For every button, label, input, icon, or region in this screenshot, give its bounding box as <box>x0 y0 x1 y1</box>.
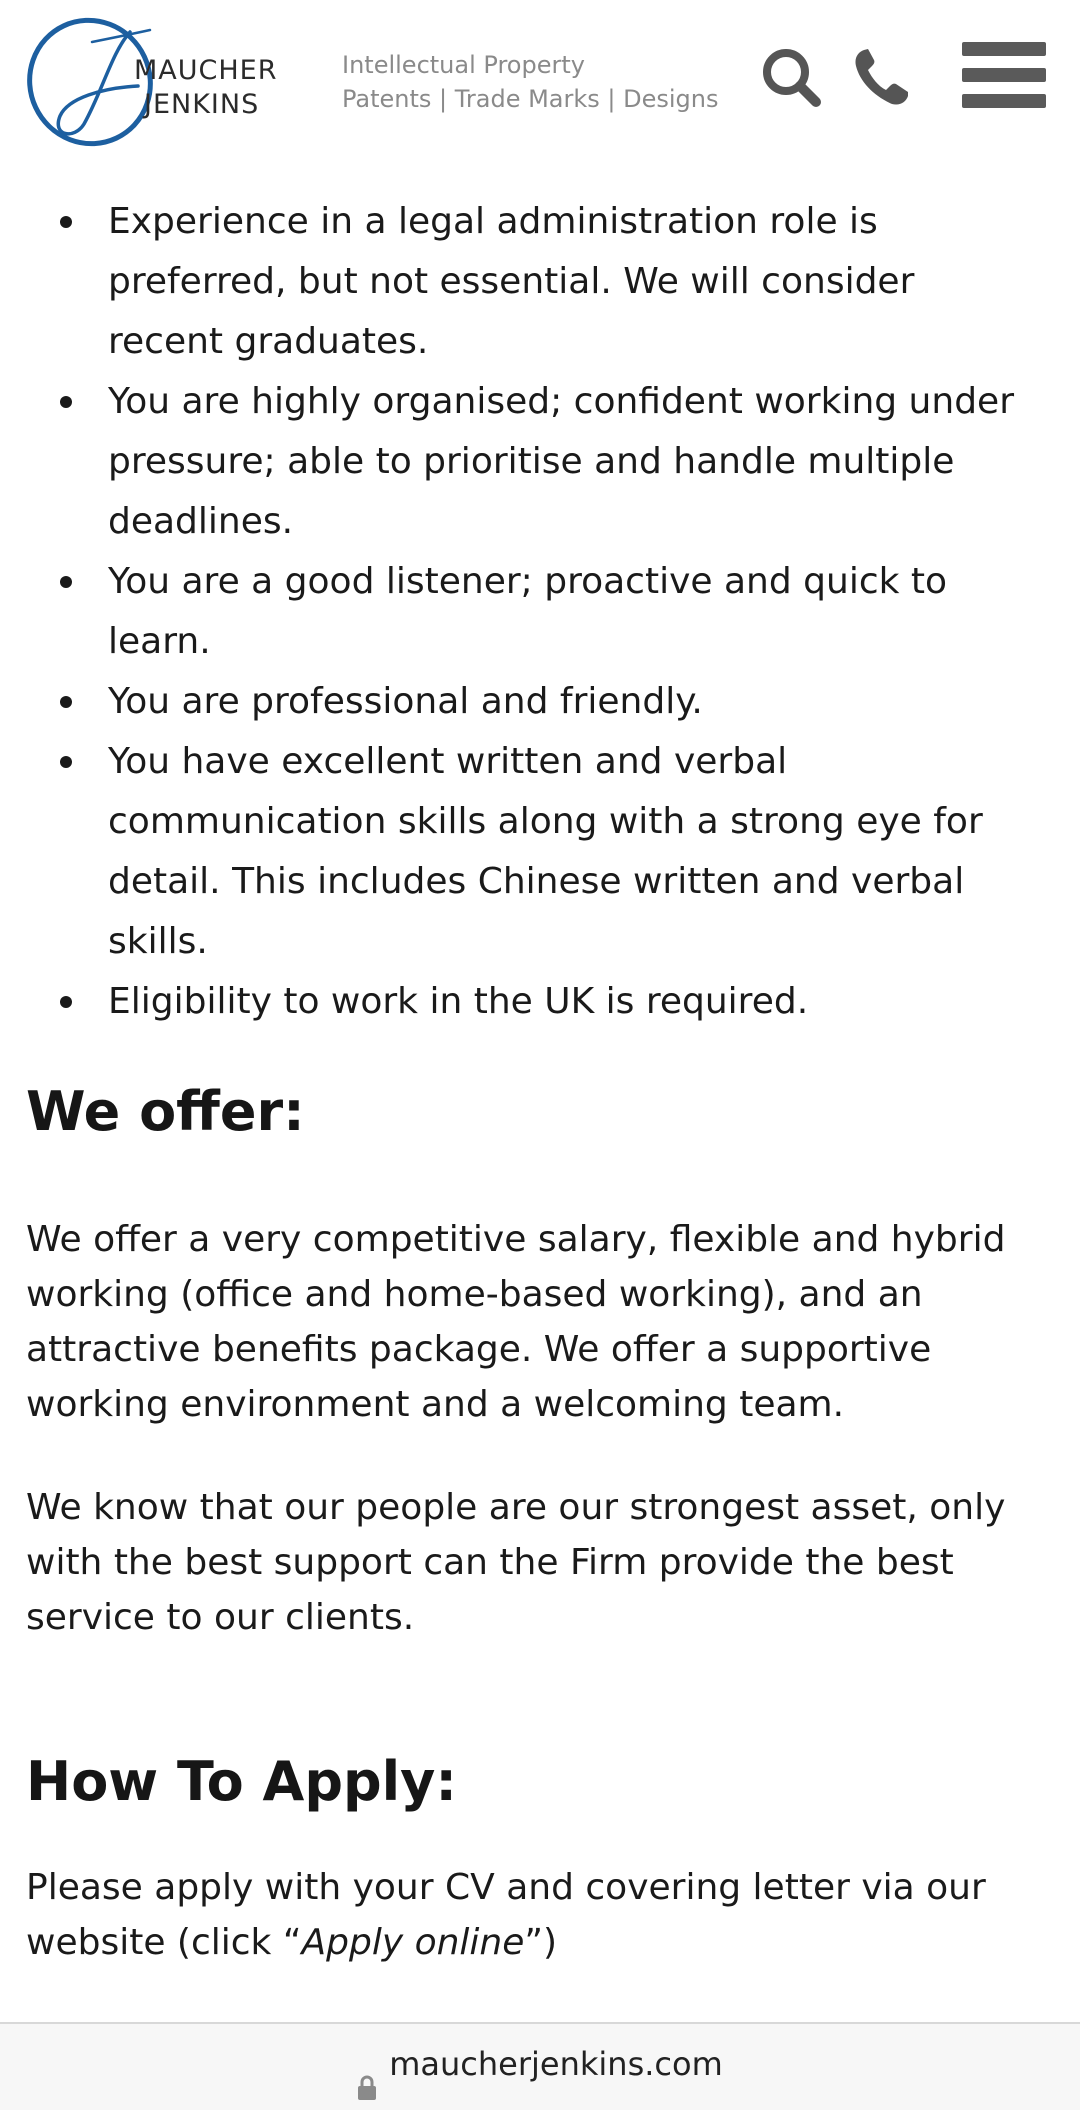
apply-text-after: ”) <box>524 1922 558 1963</box>
we-offer-heading: We offer: <box>26 1080 305 1143</box>
offer-paragraph-1: We offer a very competitive salary, flex… <box>26 1219 1006 1425</box>
logo-line-2: JENKINS <box>144 89 260 120</box>
logo-line-1: MAUCHER <box>134 55 278 86</box>
tagline-line-2: Patents | Trade Marks | Designs <box>342 85 719 113</box>
search-icon[interactable] <box>760 46 822 108</box>
lock-icon <box>357 2050 377 2100</box>
how-to-apply-heading: How To Apply: <box>26 1750 457 1813</box>
tagline-line-1: Intellectual Property <box>342 51 585 79</box>
hamburger-menu-icon[interactable] <box>962 40 1046 110</box>
site-header: MAUCHER JENKINS Intellectual Property Pa… <box>0 0 1080 160</box>
list-item: You are a good listener; proactive and q… <box>0 552 1080 672</box>
list-item: You are highly organised; confident work… <box>0 372 1080 552</box>
menu-bar-top <box>962 42 1046 56</box>
list-item: You have excellent written and verbal co… <box>0 732 1080 972</box>
list-item: Experience in a legal administration rol… <box>0 192 1080 372</box>
menu-bar-middle <box>962 68 1046 82</box>
phone-icon[interactable] <box>852 46 912 108</box>
url-display[interactable]: maucherjenkins.com <box>0 2024 1080 2110</box>
list-item: Eligibility to work in the UK is require… <box>0 972 1080 1032</box>
offer-paragraph-2: We know that our people are our stronges… <box>26 1487 1006 1638</box>
logo-text: MAUCHER JENKINS <box>134 54 278 122</box>
page: MAUCHER JENKINS Intellectual Property Pa… <box>0 0 1080 2110</box>
apply-paragraph: Please apply with your CV and covering l… <box>26 1860 1046 1970</box>
logo[interactable]: MAUCHER JENKINS <box>22 12 312 152</box>
url-text: maucherjenkins.com <box>389 2045 723 2083</box>
list-item: You are professional and friendly. <box>0 672 1080 732</box>
job-content: Experience in a legal administration rol… <box>0 160 1080 2020</box>
menu-bar-bottom <box>962 94 1046 108</box>
tagline: Intellectual Property Patents | Trade Ma… <box>342 48 718 116</box>
browser-url-bar[interactable]: maucherjenkins.com <box>0 2022 1080 2110</box>
apply-online-link[interactable]: Apply online <box>301 1922 524 1963</box>
requirements-list: Experience in a legal administration rol… <box>0 192 1080 1032</box>
